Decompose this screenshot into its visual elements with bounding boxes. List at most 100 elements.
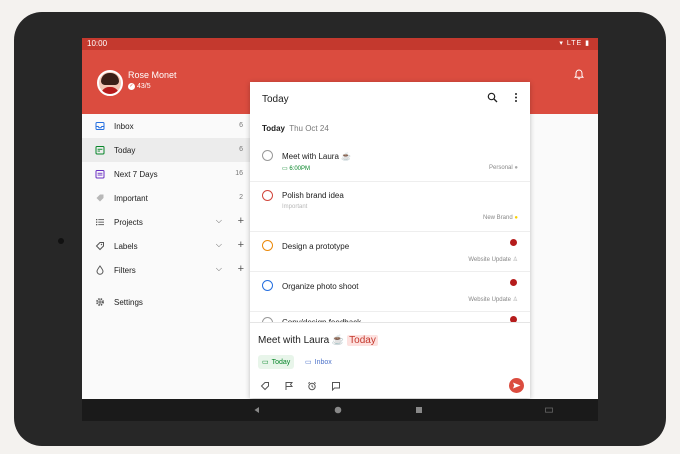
chip-label: Inbox xyxy=(314,358,332,366)
alarm-icon[interactable] xyxy=(307,381,317,391)
project-chip[interactable]: ▭ Inbox xyxy=(301,355,336,369)
sidebar-group-label: Filters xyxy=(114,266,136,275)
drop-icon xyxy=(96,265,104,275)
calendar-today-icon xyxy=(95,146,105,155)
chevron-down-icon[interactable]: ⌵ xyxy=(216,264,222,274)
task-due: ▭ 6:00PM xyxy=(282,165,310,172)
avatar[interactable] xyxy=(97,70,123,96)
shared-icon: ♙ xyxy=(512,297,518,303)
assignee-avatar xyxy=(510,239,517,246)
task-name: Organize photo shoot xyxy=(282,282,359,291)
sidebar-group-labels[interactable]: Labels ⌵ + xyxy=(82,234,250,258)
search-icon[interactable] xyxy=(487,92,498,103)
back-icon[interactable] xyxy=(253,406,261,414)
sidebar-item-settings[interactable]: Settings xyxy=(82,290,250,314)
add-filter-button[interactable]: + xyxy=(238,263,244,275)
list-icon xyxy=(96,219,104,226)
sidebar-item-count: 16 xyxy=(235,170,243,177)
task-checkbox[interactable] xyxy=(262,280,273,291)
task-project: New Brand ● xyxy=(483,215,518,221)
task-row[interactable]: Design a prototype Website Update ♙ xyxy=(250,232,530,272)
check-icon: ✓ xyxy=(128,83,135,90)
sidebar-item-label: Next 7 Days xyxy=(114,170,158,179)
label-icon[interactable] xyxy=(260,381,270,391)
task-row[interactable]: Meet with Laura ☕ ▭ 6:00PM Personal ● xyxy=(250,142,530,182)
sidebar: Inbox 6 Today 6 Next 7 Days 16 Important… xyxy=(82,114,250,399)
status-time: 10:00 xyxy=(87,39,108,48)
section-date: Thu Oct 24 xyxy=(289,124,329,133)
send-icon xyxy=(513,382,521,389)
tag-icon xyxy=(96,194,104,202)
sidebar-group-label: Projects xyxy=(114,218,143,227)
calendar-week-icon xyxy=(95,170,105,179)
comment-icon[interactable] xyxy=(331,381,341,391)
flag-icon[interactable] xyxy=(284,381,294,391)
task-row[interactable]: Polish brand idea Important New Brand ● xyxy=(250,182,530,232)
keyboard-icon[interactable] xyxy=(545,406,553,414)
calendar-icon: ▭ xyxy=(282,166,288,172)
task-name: Meet with Laura ☕ xyxy=(282,152,352,161)
shared-icon: ♙ xyxy=(512,257,518,263)
due-date-chip[interactable]: ▭ Today xyxy=(258,355,295,369)
task-row[interactable]: Organize photo shoot Website Update ♙ xyxy=(250,272,530,312)
task-checkbox[interactable] xyxy=(262,190,273,201)
chevron-down-icon[interactable]: ⌵ xyxy=(216,216,222,226)
project-name: New Brand xyxy=(483,215,513,221)
task-label: Important xyxy=(282,204,308,210)
quick-add-input[interactable]: Meet with Laura ☕ Today xyxy=(258,335,378,346)
task-project: Website Update ♙ xyxy=(468,256,518,263)
profile-name[interactable]: Rose Monet xyxy=(128,70,177,80)
task-time: 6:00PM xyxy=(289,166,311,172)
home-icon[interactable] xyxy=(334,406,342,414)
inbox-icon: ▭ xyxy=(305,359,312,366)
sidebar-item-important[interactable]: Important 2 xyxy=(82,186,250,210)
sidebar-item-label: Today xyxy=(114,146,136,155)
sidebar-group-filters[interactable]: Filters ⌵ + xyxy=(82,258,250,282)
task-name: Polish brand idea xyxy=(282,191,344,200)
status-icons: ▾ LTE ▮ xyxy=(559,40,590,47)
section-header: Today Thu Oct 24 xyxy=(262,124,329,133)
sidebar-item-count: 6 xyxy=(239,122,243,129)
karma-score: ✓ 43/5 xyxy=(128,83,151,90)
task-name: Design a prototype xyxy=(282,242,350,251)
android-nav-bar xyxy=(82,399,598,421)
task-checkbox[interactable] xyxy=(262,240,273,251)
sidebar-item-inbox[interactable]: Inbox 6 xyxy=(82,114,250,138)
sidebar-item-next-7-days[interactable]: Next 7 Days 16 xyxy=(82,162,250,186)
project-dot-icon: ● xyxy=(514,165,518,171)
gear-icon xyxy=(96,298,104,306)
sidebar-group-label: Labels xyxy=(114,242,138,251)
add-project-button[interactable]: + xyxy=(238,215,244,227)
sidebar-item-label: Inbox xyxy=(114,122,134,131)
sidebar-group-projects[interactable]: Projects ⌵ + xyxy=(82,210,250,234)
task-project: Personal ● xyxy=(489,165,518,171)
task-checkbox[interactable] xyxy=(262,150,273,161)
label-icon xyxy=(95,242,104,251)
quick-add-date-highlight: Today xyxy=(347,335,378,346)
section-day: Today xyxy=(262,124,285,133)
chevron-down-icon[interactable]: ⌵ xyxy=(216,240,222,250)
app-screen: 10:00 ▾ LTE ▮ Rose Monet ✓ 43/5 Inbox 6 … xyxy=(82,38,598,421)
sidebar-item-label: Important xyxy=(114,194,148,203)
more-vert-icon[interactable] xyxy=(513,92,519,103)
karma-value: 43/5 xyxy=(137,83,151,90)
task-project: Website Update ♙ xyxy=(468,296,518,303)
sidebar-item-today[interactable]: Today 6 xyxy=(82,138,250,162)
sidebar-item-label: Settings xyxy=(114,298,143,307)
quick-add-text: Meet with Laura ☕ xyxy=(258,335,345,346)
recents-icon[interactable] xyxy=(415,406,423,414)
panel-title: Today xyxy=(262,94,289,105)
calendar-icon: ▭ xyxy=(262,359,269,366)
status-bar: 10:00 ▾ LTE ▮ xyxy=(82,38,598,50)
sidebar-item-count: 6 xyxy=(239,146,243,153)
send-button[interactable] xyxy=(509,378,524,393)
today-panel: Today Today Thu Oct 24 Meet with Laura ☕… xyxy=(250,82,530,398)
add-label-button[interactable]: + xyxy=(238,239,244,251)
sidebar-item-count: 2 xyxy=(239,194,243,201)
project-name: Website Update xyxy=(468,297,511,303)
bell-icon[interactable] xyxy=(574,69,584,80)
project-dot-icon: ● xyxy=(514,215,518,221)
project-name: Personal xyxy=(489,165,513,171)
chip-label: Today xyxy=(271,358,291,366)
quick-add-bar[interactable]: Meet with Laura ☕ Today ▭ Today ▭ Inbox xyxy=(250,322,530,398)
